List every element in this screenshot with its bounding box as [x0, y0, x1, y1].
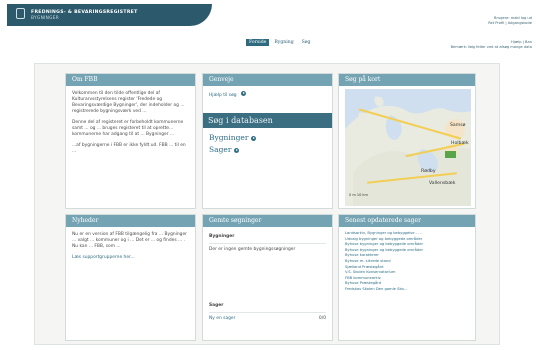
logo-title: FREDNINGS- & BEVARINGSREGISTRET — [31, 10, 138, 15]
about-para-1: Velkommen til den tilde offentlige del a… — [72, 91, 185, 114]
link-sager[interactable]: Sager — [203, 144, 332, 156]
about-panel: Om FBB Velkommen til den tilde offentlig… — [65, 73, 196, 209]
divider — [209, 312, 326, 313]
saved-sager-heading: Sager — [209, 303, 224, 308]
map-label: Vallensbæk — [429, 181, 456, 186]
map-label: Samsø — [450, 123, 466, 128]
link-bygninger[interactable]: Bygninger — [203, 132, 332, 144]
help-search-link[interactable]: Hjælp til søg — [209, 93, 237, 98]
saved-searches-title: Gemte søgninger — [203, 215, 332, 227]
user-info: Brugere: mabl log ud Ret Profil | Adgang… — [488, 16, 532, 26]
arrow-icon — [240, 91, 246, 96]
latest-cases-panel: Senest opdaterede sager Landsarkiv, Bygn… — [338, 214, 476, 341]
link-sager-label: Sager — [209, 145, 232, 154]
news-title: Nyheder — [66, 215, 195, 227]
arrow-icon — [251, 135, 257, 141]
search-map[interactable]: Samsø Rødby Holbæk Vallensbæk 0 m 10 km — [345, 89, 471, 206]
about-para-3: ...af bygningerne i FBB er ikke fyldt ud… — [72, 143, 186, 154]
map-graphic — [345, 89, 471, 206]
genveje-title: Genveje — [203, 74, 332, 86]
crown-icon — [16, 8, 25, 19]
genveje-panel: Genveje Hjælp til søg Søg i databasen By… — [202, 73, 333, 209]
help-info: Hjælp | Ban Bemærk: følg felter ved at a… — [451, 40, 532, 50]
nav-forside[interactable]: Forside — [246, 38, 270, 46]
content-stage: Om FBB Velkommen til den tilde offentlig… — [34, 63, 500, 345]
logo-subtitle: BYGNINGER — [31, 16, 60, 21]
map-label: Rødby — [421, 169, 436, 174]
map-title: Søg på kort — [339, 74, 475, 86]
nav-bygning[interactable]: Bygning — [271, 39, 296, 46]
saved-bygninger-heading: Bygninger — [209, 234, 235, 239]
saved-sager-link[interactable]: Ny en sager — [209, 316, 235, 322]
divider — [209, 243, 326, 244]
news-text: Nu er en version af FBB tilgængelig fra … — [72, 232, 187, 249]
news-link[interactable]: Læs supportgrupperne her... — [72, 255, 189, 261]
main-nav: Forside Bygning Søg — [246, 37, 316, 47]
map-scale: 0 m 10 km — [349, 193, 368, 197]
search-database-title: Søg i databasen — [203, 113, 332, 128]
link-bygninger-label: Bygninger — [209, 133, 249, 142]
news-panel: Nyheder Nu er en version af FBB tilgænge… — [65, 214, 196, 341]
saved-sager-count: 0/0 — [318, 316, 326, 321]
top-bar: FREDNINGS- & BEVARINGSREGISTRET BYGNINGE… — [0, 0, 536, 49]
saved-sager-row: Ny en sager 0/0 — [209, 316, 326, 322]
map-panel: Søg på kort Samsø Rødby Holbæk Vallensbæ… — [338, 73, 476, 209]
map-label: Holbæk — [451, 141, 469, 146]
help-note: Bemærk: følg felter ved at afsøg mange d… — [450, 45, 532, 49]
about-title: Om FBB — [66, 74, 195, 86]
latest-cases-title: Senest opdaterede sager — [339, 215, 475, 227]
list-item[interactable]: Fredskov Skolen Den gamle Sko... — [345, 287, 469, 293]
site-logo[interactable]: FREDNINGS- & BEVARINGSREGISTRET BYGNINGE… — [7, 4, 212, 26]
saved-searches-panel: Gemte søgninger Bygninger Der er ingen g… — [202, 214, 333, 341]
nav-sog[interactable]: Søg — [299, 39, 314, 46]
arrow-icon — [234, 147, 240, 153]
about-para-2: Denne del af registeret er forbeholdt ko… — [72, 120, 184, 137]
profile-links[interactable]: Ret Profil | Adgangskode — [488, 21, 532, 26]
